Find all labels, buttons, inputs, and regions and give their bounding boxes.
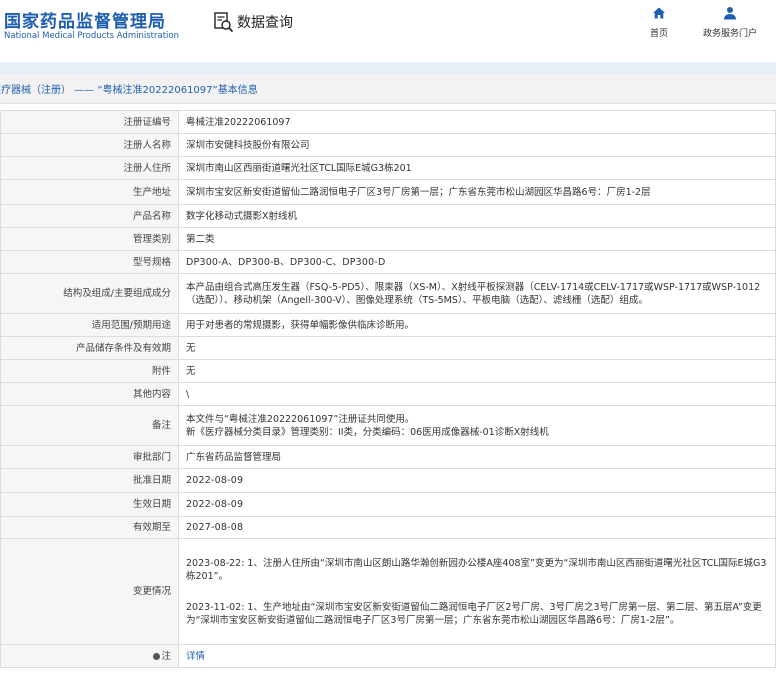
row-value: 数字化移动式摄影X射线机 bbox=[178, 204, 776, 228]
device-detail-table: 注册证编号 粤械注准20222061097 注册人名称 深圳市安健科技股份有限公… bbox=[0, 110, 776, 668]
user-icon bbox=[723, 6, 737, 20]
table-row: 注册人住所 深圳市南山区西丽街道曙光社区TCL国际E城G3栋201 bbox=[0, 156, 776, 180]
table-row: 产品储存条件及有效期 无 bbox=[0, 336, 776, 360]
row-label: 产品储存条件及有效期 bbox=[0, 336, 179, 360]
row-label: 批准日期 bbox=[0, 468, 179, 493]
detail-link[interactable]: 详情 bbox=[186, 651, 205, 662]
row-value: 深圳市宝安区新安街道留仙二路润恒电子厂区3号厂房第一层；广东省东莞市松山湖园区华… bbox=[178, 179, 776, 205]
row-label: 管理类别 bbox=[0, 227, 179, 251]
document-search-icon bbox=[213, 11, 235, 33]
row-label: 变更情况 bbox=[0, 538, 179, 645]
table-row: 审批部门 广东省药品监督管理局 bbox=[0, 445, 776, 469]
row-value: 2023-08-22: 1、注册人住所由“深圳市南山区朗山路华瀚创新园办公楼A座… bbox=[178, 538, 776, 645]
row-label: 备注 bbox=[0, 405, 179, 446]
row-label: 产品名称 bbox=[0, 204, 179, 228]
table-row: 变更情况 2023-08-22: 1、注册人住所由“深圳市南山区朗山路华瀚创新园… bbox=[0, 538, 776, 645]
nav-home-label: 首页 bbox=[649, 29, 668, 39]
row-value: 本产品由组合式高压发生器（FSQ-5-PD5）、限束器（XS-M）、X射线平板探… bbox=[178, 273, 776, 314]
row-value: 2022-08-09 bbox=[178, 492, 776, 517]
nav-service-portal[interactable]: 政务服务门户 bbox=[695, 6, 765, 39]
row-value: 第二类 bbox=[178, 227, 776, 251]
row-label: 注 bbox=[0, 644, 179, 668]
breadcrumb: 医疗器械（注册） —— “粤械注准20222061097”基本信息 bbox=[0, 74, 776, 104]
table-row: 注册证编号 粤械注准20222061097 bbox=[0, 110, 776, 134]
table-row: 有效期至 2027-08-08 bbox=[0, 516, 776, 539]
row-label: 型号规格 bbox=[0, 250, 179, 274]
data-query-label: 数据查询 bbox=[237, 15, 293, 31]
header-divider-strip bbox=[0, 62, 776, 74]
row-value: 2027-08-08 bbox=[178, 516, 776, 539]
change-entry: 2023-08-22: 1、注册人住所由“深圳市南山区朗山路华瀚创新园办公楼A座… bbox=[186, 557, 767, 582]
table-row: 结构及组成/主要组成成分 本产品由组合式高压发生器（FSQ-5-PD5）、限束器… bbox=[0, 273, 776, 314]
table-row: 注 详情 bbox=[0, 644, 776, 668]
table-row: 附件 无 bbox=[0, 359, 776, 383]
row-label: 适用范围/预期用途 bbox=[0, 313, 179, 337]
change-entry: 2023-11-02: 1、生产地址由“深圳市宝安区新安街道留仙二路润恒电子厂区… bbox=[186, 601, 762, 626]
row-label: 有效期至 bbox=[0, 516, 179, 539]
row-value: 本文件与“粤械注准20222061097”注册证共同使用。 新《医疗器械分类目录… bbox=[178, 405, 776, 446]
row-value: 无 bbox=[178, 336, 776, 360]
remark-line-1: 本文件与“粤械注准20222061097”注册证共同使用。 bbox=[186, 413, 415, 425]
site-header: 国家药品监督管理局 National Medical Products Admi… bbox=[0, 0, 776, 54]
row-label: 注册人住所 bbox=[0, 156, 179, 180]
table-row: 注册人名称 深圳市安健科技股份有限公司 bbox=[0, 133, 776, 157]
row-value: \ bbox=[178, 382, 776, 406]
row-label: 附件 bbox=[0, 359, 179, 383]
row-label: 注册人名称 bbox=[0, 133, 179, 157]
row-value: 广东省药品监督管理局 bbox=[178, 445, 776, 469]
row-label: 生产地址 bbox=[0, 179, 179, 205]
row-value: 深圳市南山区西丽街道曙光社区TCL国际E城G3栋201 bbox=[178, 156, 776, 180]
note-bullet-icon bbox=[153, 652, 161, 660]
row-value: 无 bbox=[178, 359, 776, 383]
row-value: 用于对患者的常规摄影，获得单幅影像供临床诊断用。 bbox=[178, 313, 776, 337]
nav-home[interactable]: 首页 bbox=[624, 6, 694, 39]
table-row: 产品名称 数字化移动式摄影X射线机 bbox=[0, 204, 776, 228]
breadcrumb-text: 医疗器械（注册） —— “粤械注准20222061097”基本信息 bbox=[0, 85, 258, 96]
change-history: 2023-08-22: 1、注册人住所由“深圳市南山区朗山路华瀚创新园办公楼A座… bbox=[186, 551, 771, 633]
site-logo-cn[interactable]: 国家药品监督管理局 bbox=[4, 7, 166, 32]
table-row: 适用范围/预期用途 用于对患者的常规摄影，获得单幅影像供临床诊断用。 bbox=[0, 313, 776, 337]
table-row: 生效日期 2022-08-09 bbox=[0, 492, 776, 517]
table-row: 型号规格 DP300-A、DP300-B、DP300-C、DP300-D bbox=[0, 250, 776, 274]
row-label: 注册证编号 bbox=[0, 110, 179, 134]
row-label: 其他内容 bbox=[0, 382, 179, 406]
row-value: 2022-08-09 bbox=[178, 468, 776, 493]
table-row: 生产地址 深圳市宝安区新安街道留仙二路润恒电子厂区3号厂房第一层；广东省东莞市松… bbox=[0, 179, 776, 205]
site-logo-en[interactable]: National Medical Products Administration bbox=[4, 31, 179, 41]
table-row: 备注 本文件与“粤械注准20222061097”注册证共同使用。 新《医疗器械分… bbox=[0, 405, 776, 446]
row-value: 详情 bbox=[178, 644, 776, 668]
remark-line-2: 新《医疗器械分类目录》管理类别：II类，分类编码：06医用成像器械-01诊断X射… bbox=[186, 426, 549, 438]
row-value: DP300-A、DP300-B、DP300-C、DP300-D bbox=[178, 250, 776, 274]
note-label: 注 bbox=[161, 650, 171, 662]
table-row: 管理类别 第二类 bbox=[0, 227, 776, 251]
table-row: 批准日期 2022-08-09 bbox=[0, 468, 776, 493]
nav-service-portal-label: 政务服务门户 bbox=[702, 29, 757, 39]
row-value: 深圳市安健科技股份有限公司 bbox=[178, 133, 776, 157]
home-icon bbox=[652, 6, 666, 20]
row-label: 生效日期 bbox=[0, 492, 179, 517]
row-label: 结构及组成/主要组成成分 bbox=[0, 273, 179, 314]
row-value: 粤械注准20222061097 bbox=[178, 110, 776, 134]
row-label: 审批部门 bbox=[0, 445, 179, 469]
table-row: 其他内容 \ bbox=[0, 382, 776, 406]
data-query-title: 数据查询 bbox=[213, 11, 293, 33]
